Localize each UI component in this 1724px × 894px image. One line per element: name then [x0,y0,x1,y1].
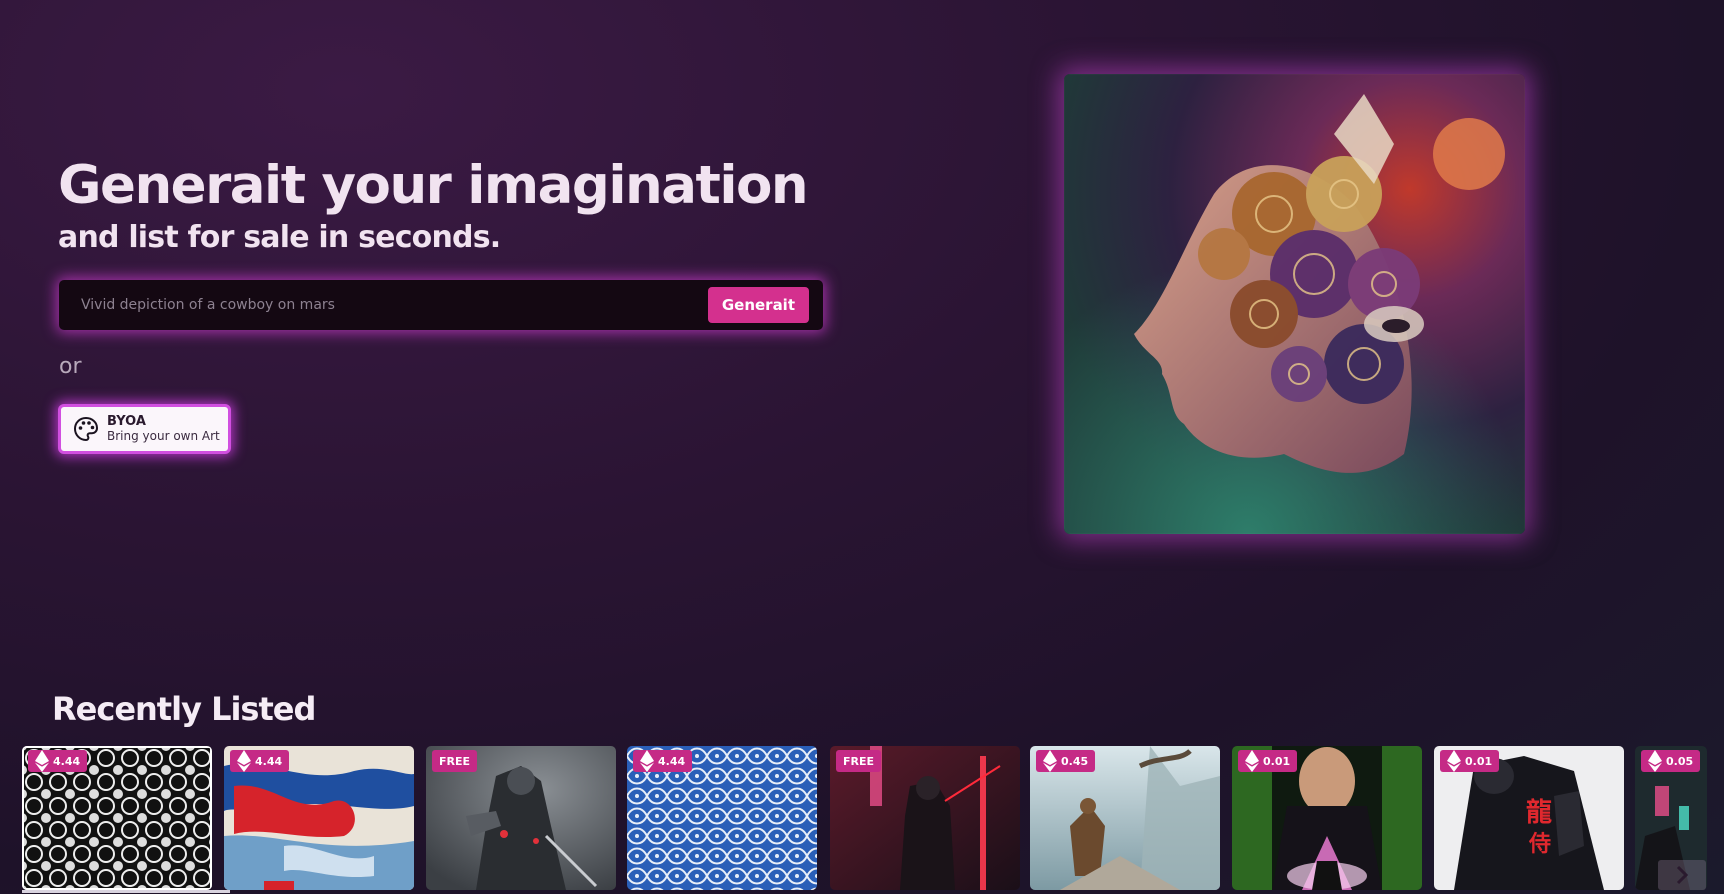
price-value: 0.45 [1061,754,1089,768]
carousel-next-button[interactable] [1658,860,1706,890]
chevron-right-icon [1676,865,1689,885]
price-badge: 0.05 [1641,750,1701,772]
byoa-title: BYOA [107,414,146,429]
prompt-input[interactable] [59,280,708,330]
price-value: 0.01 [1465,754,1493,768]
eth-icon [1447,750,1461,772]
price-badge: 4.44 [230,750,290,772]
prompt-bar: Generait [59,280,823,330]
listing-card[interactable]: FREE [426,746,616,890]
price-value: 4.44 [255,754,283,768]
price-value: 0.05 [1666,754,1694,768]
price-badge: 0.01 [1440,750,1500,772]
eth-icon [1043,750,1057,772]
recently-listed-title: Recently Listed [52,690,316,728]
eth-icon [35,750,49,772]
price-badge: 4.44 [28,750,88,772]
byoa-button[interactable]: BYOA Bring your own Art [58,404,231,454]
recently-listed-carousel: 4.44 4.44 FREE 4.44 FREE 0.45 0.01 龍 侍 0… [22,746,1724,890]
eth-icon [1245,750,1259,772]
generate-button[interactable]: Generait [707,287,809,323]
byoa-subtitle: Bring your own Art [107,429,220,443]
eth-icon [640,750,654,772]
price-value: 0.01 [1263,754,1291,768]
price-value: FREE [843,754,875,768]
svg-text:龍: 龍 [1526,797,1552,828]
hero-title: Generait your imagination [58,155,809,216]
listing-card[interactable]: 4.44 [627,746,817,890]
price-value: 4.44 [658,754,686,768]
listing-card[interactable]: 龍 侍 0.01 [1434,746,1624,890]
eth-icon [237,750,251,772]
carousel-scroll-indicator[interactable] [22,890,230,893]
hero-artwork-image [1064,74,1525,534]
price-badge: 0.01 [1238,750,1298,772]
or-separator: or [59,354,82,379]
price-badge: 0.45 [1036,750,1096,772]
price-badge: FREE [432,750,478,772]
listing-card[interactable]: 4.44 [22,746,212,890]
svg-text:侍: 侍 [1528,832,1551,857]
listing-card[interactable]: 0.45 [1030,746,1220,890]
price-value: FREE [439,754,471,768]
eth-icon [1648,750,1662,772]
hero-subtitle: and list for sale in seconds. [58,220,501,255]
palette-icon [73,416,99,442]
price-value: 4.44 [53,754,81,768]
price-badge: 4.44 [633,750,693,772]
listing-card[interactable]: 0.01 [1232,746,1422,890]
listing-card[interactable]: FREE [830,746,1020,890]
listing-card[interactable]: 4.44 [224,746,414,890]
price-badge: FREE [836,750,882,772]
